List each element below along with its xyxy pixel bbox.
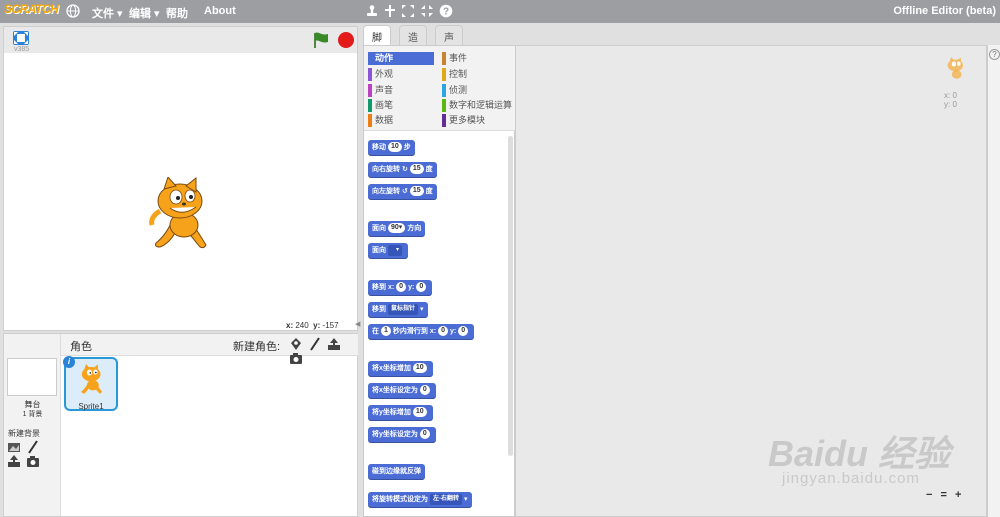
mouse-coordinates: x: 240 y: -157 [286, 321, 339, 330]
block-goto-xy[interactable]: 移到 x: 0 y: 0 [368, 280, 433, 296]
block-palette: 动作 外观 声音 画笔 数据 事件 控制 侦测 数字和逻辑运算 更多模块 移动 1… [363, 45, 516, 517]
scratch-logo[interactable]: SCRATCH [4, 2, 59, 20]
stop-sign-icon[interactable] [338, 32, 354, 48]
duplicate-stamp-icon[interactable] [365, 4, 379, 18]
category-events[interactable]: 事件 [442, 52, 467, 65]
category-list: 动作 外观 声音 画笔 数据 事件 控制 侦测 数字和逻辑运算 更多模块 [364, 46, 516, 131]
editor-title: Offline Editor (beta) [893, 5, 996, 17]
block-turn-left[interactable]: 向左旋转 ↺ 15 度 [368, 184, 437, 200]
menu-bar: SCRATCH 文件 ▾ 编辑 ▾ 帮助 About ? Offline Edi… [0, 0, 1000, 23]
block-change-y[interactable]: 将y坐标增加 10 [368, 405, 433, 421]
current-sprite-icon [947, 57, 963, 79]
category-pen[interactable]: 画笔 [368, 99, 393, 112]
block-move-steps[interactable]: 移动 10 步 [368, 140, 415, 156]
category-looks[interactable]: 外观 [368, 68, 393, 81]
about-menu[interactable]: About [204, 5, 236, 17]
block-set-x[interactable]: 将x坐标设定为 0 [368, 383, 436, 399]
stage-thumbnail[interactable] [7, 358, 57, 396]
paint-sprite-icon[interactable] [308, 337, 322, 351]
paint-backdrop-icon[interactable] [7, 440, 21, 454]
tab-costumes[interactable]: 造型 [399, 25, 427, 59]
zoom-in-icon[interactable]: + [955, 489, 961, 501]
category-control[interactable]: 控制 [442, 68, 467, 81]
block-glide[interactable]: 在 1 秒内滑行到 x: 0 y: 0 [368, 324, 475, 340]
scratch-cat-sprite[interactable] [142, 177, 222, 257]
dropdown-icon: ▾ [388, 244, 403, 256]
stage-panel: v385 [3, 26, 358, 331]
collapse-arrow-icon[interactable]: ◀ [355, 320, 361, 330]
stage-canvas[interactable] [4, 53, 357, 330]
sprites-header: 角色 新建角色: [61, 334, 358, 364]
stage-column: 舞台 1 背景 新建背景 [4, 334, 61, 516]
zoom-reset-icon[interactable]: = [941, 489, 947, 501]
file-menu[interactable]: 文件 ▾ [92, 5, 123, 21]
upload-sprite-icon[interactable] [327, 337, 341, 351]
sprite-panel: 舞台 1 背景 新建背景 角色 新建角色: i Sprite1 [3, 333, 358, 517]
tips-help-icon[interactable]: ? [989, 49, 1000, 60]
block-help-icon[interactable]: ? [439, 4, 453, 18]
edit-menu[interactable]: 编辑 ▾ [129, 5, 160, 21]
block-rotation-style[interactable]: 将旋转模式设定为 左-右翻转 ▾ [368, 492, 472, 508]
sprite-position: x: 0 y: 0 [944, 91, 957, 109]
fullscreen-icon[interactable] [12, 30, 30, 46]
new-sprite-tools [289, 337, 358, 364]
green-flag-icon[interactable] [312, 31, 330, 49]
sprite-tile[interactable]: i Sprite1 [63, 356, 118, 411]
help-menu[interactable]: 帮助 [166, 5, 188, 21]
rotate-right-icon: ↻ [401, 166, 408, 173]
block-turn-right[interactable]: 向右旋转 ↻ 15 度 [368, 162, 437, 178]
category-data[interactable]: 数据 [368, 114, 393, 127]
version-label: v385 [14, 46, 30, 53]
category-more-blocks[interactable]: 更多模块 [442, 114, 485, 127]
zoom-controls: − = + [926, 489, 966, 501]
camera-sprite-icon[interactable] [289, 351, 303, 365]
svg-text:?: ? [443, 7, 449, 18]
block-set-y[interactable]: 将y坐标设定为 0 [368, 427, 436, 443]
tab-scripts[interactable]: 脚本 [363, 25, 391, 59]
new-sprite-label: 新建角色: [233, 341, 281, 353]
shrink-icon[interactable] [420, 4, 434, 18]
backdrop-tools [7, 440, 60, 468]
sprite-x: x: 0 [944, 91, 957, 100]
draw-backdrop-icon[interactable] [26, 440, 40, 454]
mouse-y-label: y: [313, 321, 321, 330]
tips-panel[interactable]: ? [987, 45, 1000, 517]
stage-backdrop-count: 1 背景 [22, 411, 43, 418]
block-point-towards[interactable]: 面向 ▾ [368, 243, 409, 259]
block-list: 移动 10 步 向右旋转 ↻ 15 度 向左旋转 ↺ 15 度 面向 90▾ 方向 面向 ▾ 移… [364, 132, 510, 516]
sprite-info-icon[interactable]: i [63, 356, 75, 368]
sprite-library-icon[interactable] [289, 337, 303, 351]
block-bounce[interactable]: 碰到边缘就反弹 [368, 464, 425, 480]
cut-scissors-icon[interactable] [383, 4, 397, 18]
stage-toolbar: v385 [4, 27, 357, 53]
camera-backdrop-icon[interactable] [26, 454, 40, 468]
sprite-y: y: 0 [944, 100, 957, 109]
sprite-name: Sprite1 [78, 402, 104, 411]
category-motion[interactable]: 动作 [368, 52, 434, 65]
mouse-x-label: x: [286, 321, 294, 330]
upload-backdrop-icon[interactable] [7, 454, 21, 468]
rotate-left-icon: ↺ [401, 188, 408, 195]
category-sensing[interactable]: 侦测 [442, 84, 467, 97]
block-change-x[interactable]: 将x坐标增加 10 [368, 361, 433, 377]
zoom-out-icon[interactable]: − [926, 489, 932, 501]
block-point-direction[interactable]: 面向 90▾ 方向 [368, 221, 426, 237]
tab-sounds[interactable]: 声音 [435, 25, 463, 59]
language-globe-icon[interactable] [66, 4, 80, 18]
category-operators[interactable]: 数字和逻辑运算 [442, 99, 512, 112]
new-backdrop-label: 新建背景 [8, 429, 40, 438]
baidu-watermark-url: jingyan.baidu.com [782, 470, 920, 487]
mouse-y-value: -157 [322, 321, 339, 330]
sprites-title: 角色 [70, 341, 92, 353]
mouse-x-value: 240 [295, 321, 309, 330]
category-sound[interactable]: 声音 [368, 84, 393, 97]
grow-icon[interactable] [401, 4, 415, 18]
block-goto-target[interactable]: 移到 鼠标指针 ▾ [368, 302, 428, 318]
sprite-thumbnail-icon [80, 364, 103, 394]
